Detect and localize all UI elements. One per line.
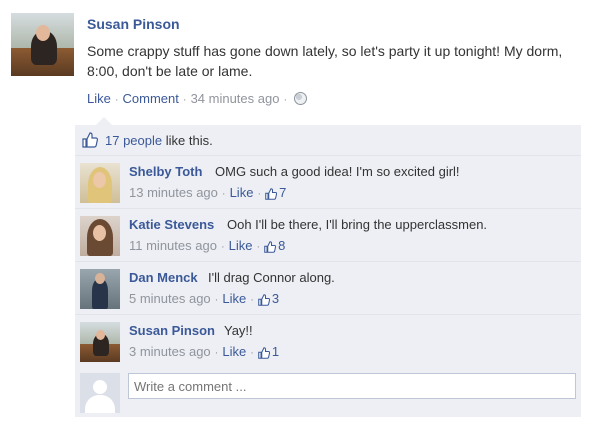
comment-timestamp[interactable]: 3 minutes ago [129, 344, 211, 359]
post-author-name[interactable]: Susan Pinson [87, 16, 180, 32]
comment-meta: 11 minutes ago · Like · 8 [129, 238, 285, 253]
thumbs-up-icon [82, 132, 98, 148]
likes-row: 17 people like this. [75, 125, 581, 155]
separator-dot: · [214, 347, 219, 359]
separator-dot: · [283, 94, 288, 106]
comment-like-count[interactable]: 8 [278, 238, 285, 253]
comment-meta: 13 minutes ago · Like · 7 [129, 185, 286, 200]
comment-like-link[interactable]: Like [222, 344, 246, 359]
likes-suffix: like this. [162, 133, 213, 148]
post-author-avatar[interactable] [11, 13, 74, 76]
write-comment-input[interactable] [128, 373, 576, 399]
comment-meta: 3 minutes ago · Like · 1 [129, 344, 279, 359]
commenter-name[interactable]: Susan Pinson [129, 323, 215, 338]
comment-like-link[interactable]: Like [229, 238, 253, 253]
separator-dot: · [114, 94, 119, 106]
commenter-avatar[interactable] [80, 269, 120, 309]
post-meta: Like · Comment · 34 minutes ago · [87, 90, 308, 106]
likes-summary: 17 people like this. [105, 133, 213, 148]
default-user-avatar [80, 373, 120, 413]
comment-text: Yay!! [224, 323, 253, 338]
separator-dot: · [250, 294, 254, 306]
post-like-link[interactable]: Like [87, 91, 111, 106]
comment-timestamp[interactable]: 11 minutes ago [129, 238, 217, 253]
likes-count-link[interactable]: 17 people [105, 133, 162, 148]
post-text: Some crappy stuff has gone down lately, … [87, 43, 563, 79]
commenter-name[interactable]: Shelby Toth [129, 164, 202, 179]
comment-text: I'll drag Connor along. [208, 270, 335, 285]
separator-dot: · [220, 241, 225, 253]
commenter-avatar[interactable] [80, 322, 120, 362]
panel-arrow [96, 117, 112, 125]
commenter-name[interactable]: Dan Menck [129, 270, 198, 285]
comment-like-count[interactable]: 1 [272, 344, 279, 359]
comment-like-count[interactable]: 3 [272, 291, 279, 306]
comment-text: OMG such a good idea! I'm so excited gir… [215, 164, 460, 179]
separator-dot: · [257, 188, 262, 200]
thumbs-up-icon [265, 188, 278, 200]
commenter-name[interactable]: Katie Stevens [129, 217, 214, 232]
comment-like-count[interactable]: 7 [279, 185, 286, 200]
comment-like-link[interactable]: Like [230, 185, 254, 200]
comment-timestamp[interactable]: 5 minutes ago [129, 291, 211, 306]
separator-dot: · [214, 294, 219, 306]
post-comment-link[interactable]: Comment [123, 91, 179, 106]
separator-dot: · [182, 94, 187, 106]
comment-item: Dan Menck I'll drag Connor along. 5 minu… [75, 261, 581, 315]
post-timestamp[interactable]: 34 minutes ago [191, 91, 280, 106]
thumbs-up-icon [264, 241, 277, 253]
separator-dot: · [221, 188, 226, 200]
comment-item: Susan Pinson Yay!! 3 minutes ago · Like · 1 [75, 314, 581, 368]
comment-timestamp[interactable]: 13 minutes ago [129, 185, 218, 200]
globe-icon[interactable] [294, 92, 308, 105]
write-comment-row [75, 365, 581, 417]
comment-item: Katie Stevens Ooh I'll be there, I'll br… [75, 208, 581, 262]
commenter-avatar[interactable] [80, 163, 120, 203]
separator-dot: · [250, 347, 254, 359]
separator-dot: · [256, 241, 261, 253]
thumbs-up-icon [258, 294, 270, 306]
comments-panel: 17 people like this. Shelby Toth OMG suc… [75, 125, 581, 417]
thumbs-up-icon [258, 347, 270, 359]
comment-like-link[interactable]: Like [222, 291, 246, 306]
comment-meta: 5 minutes ago · Like · 3 [129, 291, 279, 306]
comment-text: Ooh I'll be there, I'll bring the upperc… [227, 217, 488, 232]
commenter-avatar[interactable] [80, 216, 120, 256]
comment-item: Shelby Toth OMG such a good idea! I'm so… [75, 155, 581, 209]
